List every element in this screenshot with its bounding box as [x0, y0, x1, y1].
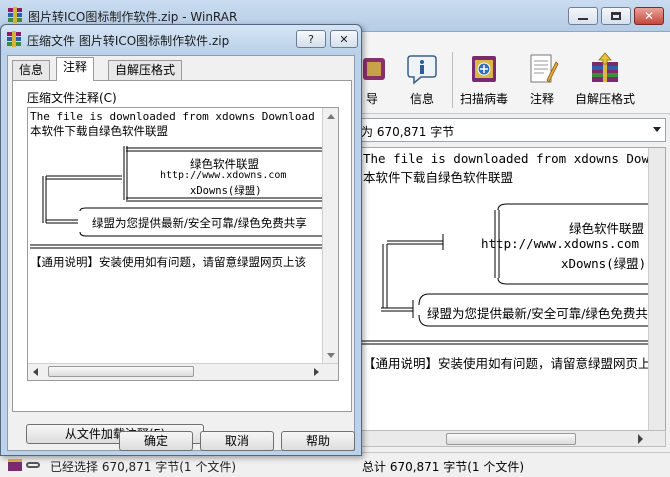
winrar-icon: [7, 7, 23, 23]
comment-icon: [525, 52, 559, 86]
sfx-icon: [588, 52, 622, 86]
toolbar-sfx-button[interactable]: 自解压格式: [574, 52, 636, 112]
tab-comment-label: 注释: [63, 60, 88, 74]
comment-line: 【通用说明】安装使用如有问题，请留意绿盟网页上该: [30, 255, 306, 269]
minimize-button[interactable]: [568, 7, 598, 25]
toolbar-comment-button[interactable]: 注释: [512, 52, 572, 112]
toolbar-comment-label: 注释: [529, 92, 554, 106]
key-status-icon: [26, 462, 40, 468]
scroll-right-icon[interactable]: [638, 434, 643, 444]
toolbar-info-label: 信息: [409, 92, 434, 106]
archive-properties-dialog: 压缩文件 图片转ICO图标制作软件.zip ? ✕ 信息 注释 自解压格式 压缩…: [0, 24, 362, 456]
main-comment-pane: The file is downloaded from xdowns Downl…: [350, 147, 666, 432]
help-button-label: 帮助: [305, 434, 330, 448]
dialog-close-button[interactable]: ✕: [330, 30, 358, 48]
close-icon: ✕: [643, 9, 655, 23]
comment-tab-panel: 压缩文件注释(C) The file is downloaded from xd…: [12, 80, 352, 412]
status-total-text: 总计 670,871 字节(1 个文件): [362, 460, 525, 474]
dialog-help-button[interactable]: ?: [296, 30, 326, 48]
scroll-left-icon[interactable]: [33, 368, 38, 376]
status-selected-text: 已经选择 670,871 字节(1 个文件): [50, 460, 237, 474]
tab-sfx[interactable]: 自解压格式: [108, 60, 183, 80]
tab-info-label: 信息: [19, 63, 44, 77]
dialog-titlebar: 压缩文件 图片转ICO图标制作软件.zip ? ✕: [1, 25, 361, 55]
comment-vscroll[interactable]: [322, 108, 338, 364]
main-comment-line: http://www.xdowns.com: [481, 236, 640, 251]
tab-comment[interactable]: 注释: [56, 57, 95, 81]
help-button[interactable]: 帮助: [281, 431, 355, 451]
toolbar-sfx-label: 自解压格式: [574, 92, 635, 106]
dialog-title: 压缩文件 图片转ICO图标制作软件.zip: [27, 34, 230, 48]
close-icon: ✕: [339, 32, 349, 46]
help-icon: ?: [308, 32, 314, 46]
main-comment-vscroll[interactable]: [648, 148, 665, 431]
scroll-right-icon[interactable]: [314, 368, 319, 376]
comment-hscroll-thumb[interactable]: [48, 366, 194, 377]
path-text: 为 670,871 字节: [361, 125, 455, 139]
main-hscroll-thumb[interactable]: [446, 433, 576, 445]
main-comment-hscroll[interactable]: [350, 430, 666, 447]
minimize-icon: [578, 18, 588, 20]
main-comment-line: 绿色软件联盟: [569, 221, 645, 236]
ascii-art-frame: [361, 203, 665, 345]
main-comment-line: 【通用说明】安装使用如有问题，请留意绿盟网页上该: [363, 356, 664, 371]
main-window-title: 图片转ICO图标制作软件.zip - WinRAR: [28, 10, 238, 24]
main-comment-line: xDowns(绿盟): [561, 256, 647, 271]
maximize-button[interactable]: [601, 7, 631, 25]
comment-line: xDowns(绿盟): [190, 185, 262, 197]
main-comment-line: 绿盟为您提供最新/安全可靠/绿色免费共享: [427, 306, 661, 321]
scroll-down-icon[interactable]: [327, 353, 335, 358]
comment-hscroll[interactable]: [28, 363, 338, 380]
toolbar-scan-label: 扫描病毒: [459, 92, 508, 106]
dialog-body: 信息 注释 自解压格式 压缩文件注释(C) The file is downlo…: [7, 55, 355, 451]
path-dropdown[interactable]: 为 670,871 字节: [350, 118, 666, 142]
comment-line: http://www.xdowns.com: [160, 170, 287, 181]
maximize-icon: [611, 12, 621, 20]
info-icon: [405, 52, 439, 86]
ok-button[interactable]: 确定: [119, 431, 193, 451]
ok-button-label: 确定: [143, 434, 168, 448]
comment-line: 绿盟为您提供最新/安全可靠/绿色免费共享: [92, 216, 307, 230]
chevron-down-icon: [653, 127, 661, 132]
cancel-button[interactable]: 取消: [200, 431, 274, 451]
tab-sfx-label: 自解压格式: [115, 63, 176, 77]
virus-scan-icon: [467, 52, 501, 86]
archive-status-icon: [8, 459, 22, 471]
toolbar-scan-button[interactable]: 扫描病毒: [453, 52, 515, 112]
scroll-up-icon[interactable]: [327, 114, 335, 119]
ascii-art-frame: [30, 146, 324, 249]
winrar-archive-icon: [6, 31, 22, 47]
archive-comment-textarea[interactable]: The file is downloaded from xdowns Downl…: [27, 107, 339, 381]
tab-info[interactable]: 信息: [12, 60, 51, 80]
cancel-button-label: 取消: [224, 434, 249, 448]
comment-group-label: 压缩文件注释(C): [27, 91, 117, 105]
close-window-button[interactable]: ✕: [634, 7, 664, 25]
toolbar-info-button[interactable]: 信息: [392, 52, 452, 112]
